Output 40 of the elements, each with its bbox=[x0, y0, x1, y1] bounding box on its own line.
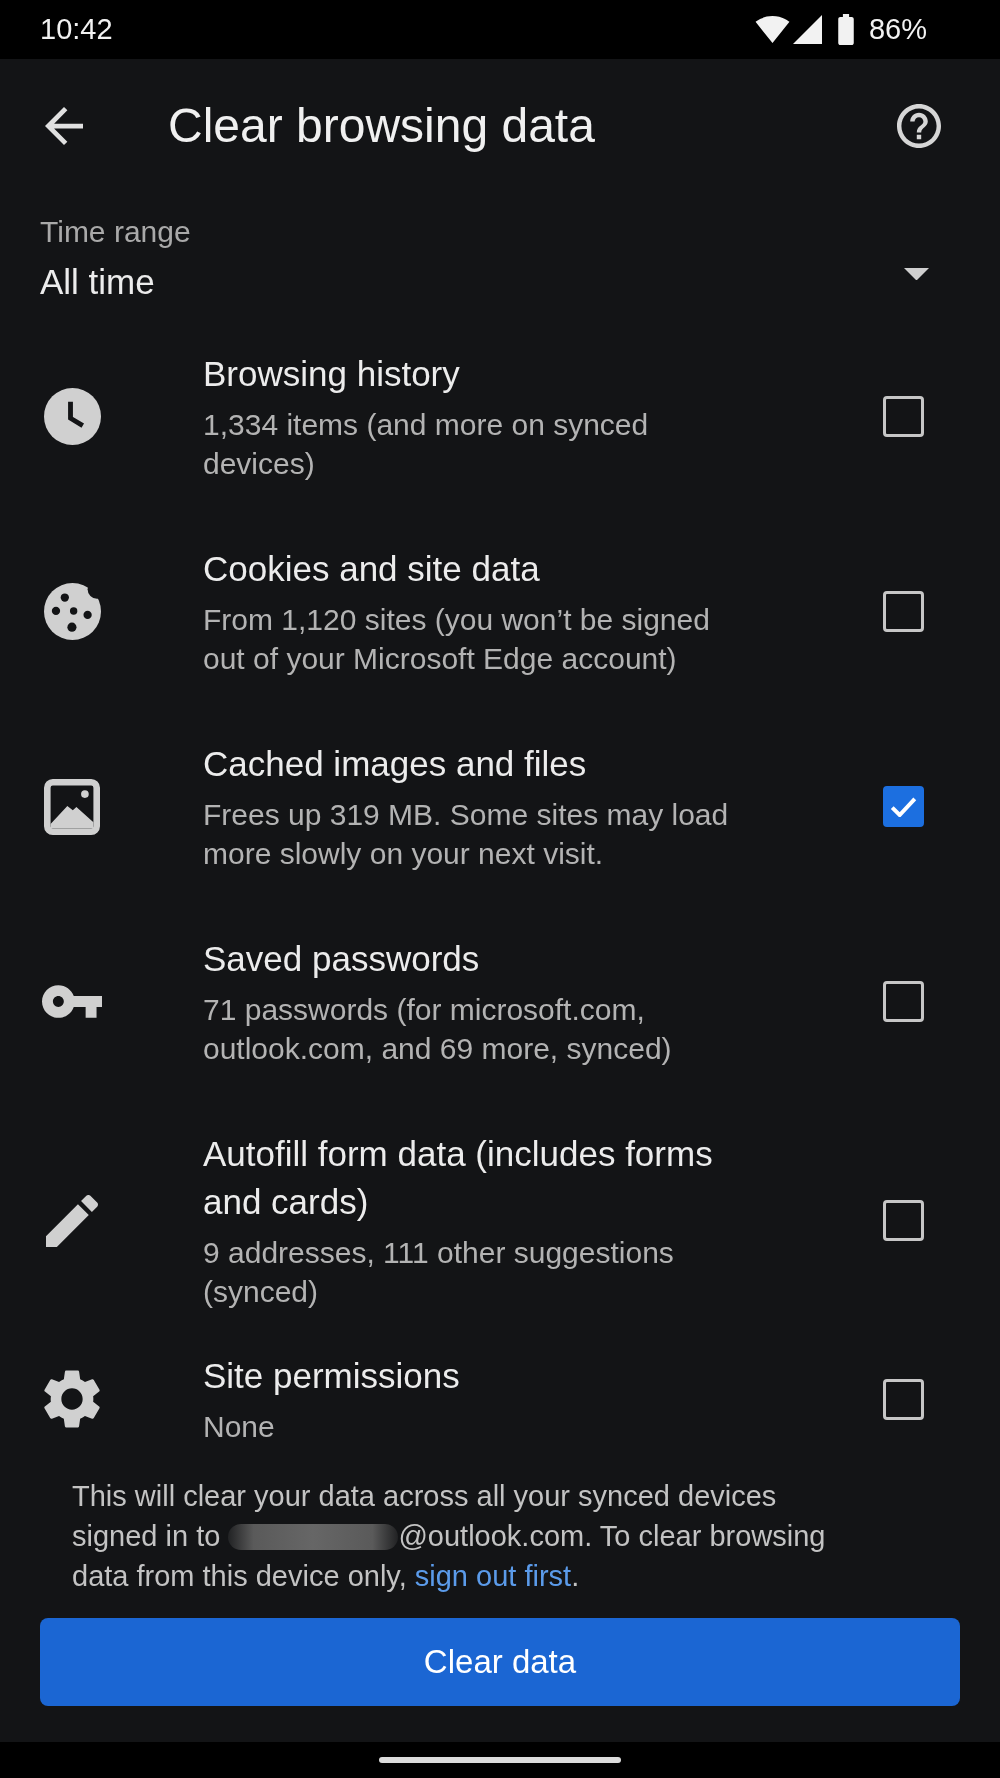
option-title: Cookies and site data bbox=[203, 548, 540, 590]
option-description: 1,334 items (and more on synced devices) bbox=[203, 407, 650, 482]
cookie-icon bbox=[43, 583, 101, 640]
option-title: Browsing history bbox=[203, 353, 460, 395]
option-title: Saved passwords bbox=[203, 938, 480, 980]
option-description: From 1,120 sites (you won’t be signed out of your Microsoft Edge account) bbox=[203, 602, 711, 677]
checkbox[interactable] bbox=[883, 981, 924, 1022]
option-description: 9 addresses, 111 other suggestions (synced) bbox=[203, 1235, 675, 1310]
checkbox[interactable] bbox=[883, 591, 924, 632]
home-handle[interactable] bbox=[379, 1757, 621, 1763]
key-icon bbox=[42, 985, 102, 1018]
caret-icon bbox=[904, 267, 929, 281]
wifi-icon bbox=[754, 16, 790, 43]
back-arrow-icon[interactable] bbox=[45, 106, 83, 145]
checkbox[interactable] bbox=[883, 786, 924, 827]
battery-icon bbox=[837, 14, 854, 45]
option-title: Autofill form data (includes forms and cards) bbox=[203, 1133, 714, 1223]
clock-icon bbox=[43, 388, 101, 445]
page-title: Clear browsing data bbox=[168, 98, 595, 153]
checkbox[interactable] bbox=[883, 1378, 924, 1420]
settings-icon bbox=[44, 1369, 100, 1429]
checkbox[interactable] bbox=[883, 1200, 924, 1241]
checkbox[interactable] bbox=[883, 396, 924, 437]
help-icon[interactable] bbox=[897, 103, 941, 148]
option-description: 71 passwords (for microsoft.com, outlook.com, and 69 more, synced) bbox=[203, 992, 673, 1067]
time-range-label: Time range bbox=[40, 214, 191, 250]
status-time: 10:42 bbox=[40, 13, 113, 46]
option-title: Site permissions bbox=[203, 1355, 460, 1397]
sign-out-link[interactable]: sign out first bbox=[414, 1560, 572, 1592]
option-title: Cached images and files bbox=[203, 743, 587, 785]
signal-icon bbox=[792, 15, 822, 44]
battery-percent: 86% bbox=[868, 13, 927, 46]
sync-notice-text: This will clear your data across all your synced devices signed in to @outlook.com. To clear browsing data from this device only, sign out first. bbox=[72, 1479, 827, 1594]
option-description: Frees up 319 MB. Some sites may load more slowly on your next visit. bbox=[203, 797, 730, 872]
image-icon bbox=[44, 778, 100, 835]
clear-data-button[interactable]: Clear data bbox=[40, 1618, 960, 1706]
check-icon bbox=[890, 796, 917, 817]
option-description: None bbox=[203, 1409, 275, 1445]
pencil-icon bbox=[46, 1194, 98, 1247]
time-range-dropdown[interactable]: All time bbox=[40, 260, 929, 304]
